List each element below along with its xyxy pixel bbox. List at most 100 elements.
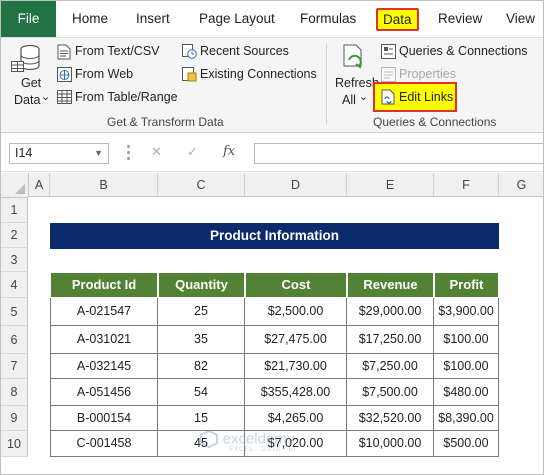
ribbon-tab-bar: File Home Insert Page Layout Formulas Da… bbox=[1, 1, 543, 37]
table-cell[interactable]: $32,520.00 bbox=[347, 406, 434, 431]
existing-connections-button[interactable]: Existing Connections bbox=[182, 65, 317, 85]
table-cell[interactable]: $100.00 bbox=[434, 354, 499, 379]
tab-view[interactable]: View bbox=[506, 1, 535, 37]
recent-sources-button[interactable]: Recent Sources bbox=[182, 42, 292, 62]
tab-page-layout[interactable]: Page Layout bbox=[199, 1, 275, 37]
row-header-10[interactable]: 10 bbox=[1, 431, 28, 457]
edit-links-button[interactable]: Edit Links bbox=[373, 82, 457, 112]
chevron-down-icon: ⌄ bbox=[41, 91, 51, 103]
tab-file[interactable]: File bbox=[1, 1, 56, 37]
table-cell[interactable]: A-051456 bbox=[50, 379, 158, 406]
recent-sources-label: Recent Sources bbox=[200, 44, 289, 58]
column-header-c[interactable]: C bbox=[158, 173, 245, 197]
row-header-9[interactable]: 9 bbox=[1, 406, 28, 431]
table-cell[interactable]: $10,000.00 bbox=[347, 431, 434, 457]
row-header-2[interactable]: 2 bbox=[1, 223, 28, 248]
table-header-cell[interactable]: Quantity bbox=[158, 272, 245, 298]
table-cell[interactable]: 15 bbox=[158, 406, 245, 431]
tab-review[interactable]: Review bbox=[438, 1, 482, 37]
from-table-range-button[interactable]: From Table/Range bbox=[57, 88, 178, 108]
watermark-logo-icon bbox=[200, 429, 218, 449]
table-cell[interactable]: 82 bbox=[158, 354, 245, 379]
table-cell[interactable]: $27,475.00 bbox=[245, 326, 347, 354]
table-cell[interactable]: B-000154 bbox=[50, 406, 158, 431]
tab-formulas[interactable]: Formulas bbox=[300, 1, 356, 37]
get-data-button[interactable]: Get Data ⌄ bbox=[9, 42, 51, 108]
tab-data[interactable]: Data bbox=[376, 8, 419, 31]
column-header-g[interactable]: G bbox=[499, 173, 543, 197]
queries-connections-button[interactable]: Queries & Connections bbox=[381, 42, 541, 62]
column-header-a[interactable]: A bbox=[29, 173, 50, 197]
chevron-down-icon: ⌄ bbox=[359, 91, 369, 103]
tab-home[interactable]: Home bbox=[72, 1, 108, 37]
refresh-all-label-2: All bbox=[342, 93, 356, 107]
from-table-range-label: From Table/Range bbox=[75, 90, 178, 104]
table-header-cell[interactable]: Product Id bbox=[50, 272, 158, 298]
excel-window: File Home Insert Page Layout Formulas Da… bbox=[0, 0, 544, 475]
chevron-down-icon: ▼ bbox=[94, 148, 103, 158]
from-text-csv-button[interactable]: From Text/CSV bbox=[57, 42, 177, 62]
row-header-1[interactable]: 1 bbox=[1, 198, 28, 223]
row-header-5[interactable]: 5 bbox=[1, 298, 28, 326]
column-header-f[interactable]: F bbox=[434, 173, 499, 197]
select-all-corner[interactable] bbox=[1, 173, 29, 198]
group-label-get-transform: Get & Transform Data bbox=[107, 115, 224, 129]
table-cell[interactable]: 35 bbox=[158, 326, 245, 354]
formula-input[interactable] bbox=[254, 143, 543, 164]
from-web-label: From Web bbox=[75, 67, 134, 81]
table-cell[interactable]: $2,500.00 bbox=[245, 298, 347, 326]
row-header-6[interactable]: 6 bbox=[1, 326, 28, 354]
existing-connections-icon bbox=[182, 67, 197, 82]
insert-function-icon[interactable]: fx bbox=[223, 144, 235, 159]
column-header-e[interactable]: E bbox=[347, 173, 434, 197]
table-cell[interactable]: $29,000.00 bbox=[347, 298, 434, 326]
table-icon bbox=[11, 61, 24, 72]
refresh-all-button[interactable]: Refresh All ⌄ bbox=[333, 42, 379, 108]
edit-links-icon bbox=[381, 89, 395, 105]
row-header-4[interactable]: 4 bbox=[1, 272, 28, 298]
name-box-value: I14 bbox=[15, 146, 33, 160]
enter-icon[interactable]: ✓ bbox=[187, 144, 198, 160]
table-cell[interactable]: $355,428.00 bbox=[245, 379, 347, 406]
ribbon: Get Data ⌄ From Text/CSV From Web From T… bbox=[1, 37, 543, 133]
recent-sources-icon bbox=[182, 44, 197, 59]
table-title[interactable]: Product Information bbox=[50, 223, 499, 249]
table-cell[interactable]: $8,390.00 bbox=[434, 406, 499, 431]
table-cell[interactable]: $3,900.00 bbox=[434, 298, 499, 326]
queries-connections-label: Queries & Connections bbox=[399, 44, 528, 58]
row-header-3[interactable]: 3 bbox=[1, 248, 28, 272]
row-header-8[interactable]: 8 bbox=[1, 379, 28, 406]
edit-links-label: Edit Links bbox=[399, 90, 454, 104]
from-web-button[interactable]: From Web bbox=[57, 65, 157, 85]
table-cell[interactable]: $500.00 bbox=[434, 431, 499, 457]
table-cell[interactable]: A-021547 bbox=[50, 298, 158, 326]
table-cell[interactable]: $4,265.00 bbox=[245, 406, 347, 431]
table-cell[interactable]: A-031021 bbox=[50, 326, 158, 354]
table-cell[interactable]: $17,250.00 bbox=[347, 326, 434, 354]
table-cell[interactable]: $100.00 bbox=[434, 326, 499, 354]
table-cell[interactable]: $7,250.00 bbox=[347, 354, 434, 379]
table-cell[interactable]: $21,730.00 bbox=[245, 354, 347, 379]
properties-icon bbox=[381, 67, 396, 82]
table-header-cell[interactable]: Cost bbox=[245, 272, 347, 298]
watermark-name: exceldemy bbox=[222, 430, 295, 448]
tab-insert[interactable]: Insert bbox=[136, 1, 170, 37]
group-separator bbox=[326, 44, 327, 124]
table-cell[interactable]: 54 bbox=[158, 379, 245, 406]
cancel-icon[interactable]: ✕ bbox=[151, 144, 162, 160]
column-header-b[interactable]: B bbox=[50, 173, 158, 197]
watermark-tagline: EXCEL · DATA · BI bbox=[229, 447, 297, 453]
row-header-7[interactable]: 7 bbox=[1, 354, 28, 379]
more-options-icon bbox=[127, 143, 130, 163]
column-header-d[interactable]: D bbox=[245, 173, 347, 197]
table-header-cell[interactable]: Revenue bbox=[347, 272, 434, 298]
table-cell[interactable]: C-001458 bbox=[50, 431, 158, 457]
table-cell[interactable]: 25 bbox=[158, 298, 245, 326]
table-cell[interactable]: $480.00 bbox=[434, 379, 499, 406]
name-box[interactable]: I14 ▼ bbox=[9, 143, 109, 164]
worksheet-grid[interactable]: ABCDEFG 1 2 3 4 5 6 7 8 9 10 Product Information P… bbox=[1, 173, 543, 474]
table-header-cell[interactable]: Profit bbox=[434, 272, 499, 298]
table-cell[interactable]: A-032145 bbox=[50, 354, 158, 379]
table-range-icon bbox=[57, 90, 72, 104]
table-cell[interactable]: $7,500.00 bbox=[347, 379, 434, 406]
